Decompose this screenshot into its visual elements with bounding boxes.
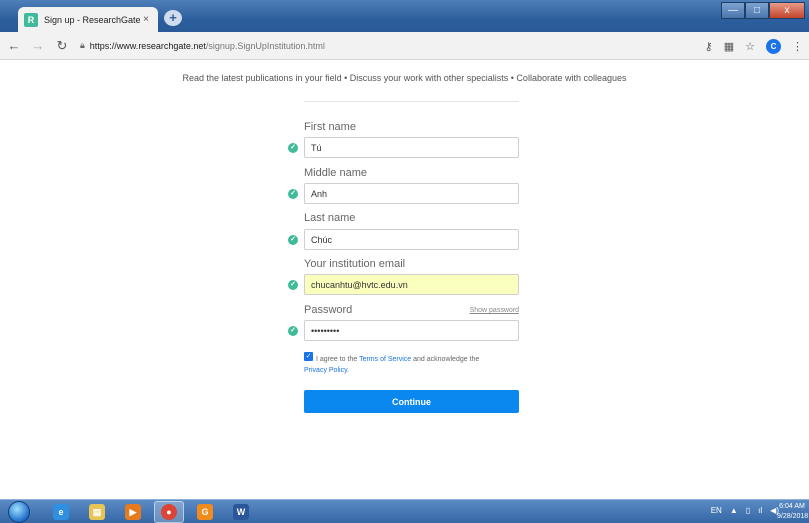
profile-avatar[interactable]: C [766, 39, 781, 54]
minimize-button[interactable]: — [721, 2, 745, 19]
tray-expand-icon[interactable]: ▲ [730, 506, 738, 515]
email-input[interactable]: chucanhtu@hvtc.edu.vn [304, 274, 519, 295]
terms-of-service-link[interactable]: Terms of Service [359, 356, 411, 363]
email-label: Your institution email [304, 258, 406, 270]
lock-icon: 🔒︎ [80, 40, 85, 50]
url-path: /signup.SignUpInstitution.html [205, 40, 325, 51]
toolbar-actions: ⚷ ▦ ☆ C ⋮ [705, 39, 803, 54]
last-name-label: Last name [304, 212, 356, 224]
middle-name-valid-check-icon: ✓ [288, 189, 298, 199]
close-window-button[interactable]: x [769, 2, 805, 19]
taskbar-clock[interactable]: 6:04 AM 9/28/2018 [777, 502, 809, 522]
email-valid-check-icon: ✓ [288, 280, 298, 290]
middle-name-label: Middle name [304, 167, 367, 179]
password-valid-check-icon: ✓ [288, 326, 298, 336]
browser-titlebar: R Sign up - ResearchGate × + — □ x [0, 0, 809, 32]
windows-taskbar: e ▤ ▶ ● G W EN ▲ ▯ ıl ◀) 6:04 AM 9/28/20… [0, 499, 809, 523]
clock-date: 9/28/2018 [777, 513, 809, 520]
uc-browser-icon: G [197, 504, 213, 520]
last-name-input[interactable]: Chúc [304, 229, 519, 250]
media-player-icon: ▶ [125, 504, 141, 520]
taskbar-explorer[interactable]: ▤ [82, 501, 112, 523]
chrome-icon: ● [161, 504, 177, 520]
taskbar-uc-browser[interactable]: G [190, 501, 220, 523]
start-button[interactable] [8, 501, 30, 523]
continue-button[interactable]: Continue [304, 390, 519, 413]
address-bar[interactable]: 🔒︎ https://www.researchgate.net/signup.S… [80, 40, 325, 51]
taskbar-word[interactable]: W [226, 501, 256, 523]
reload-icon[interactable]: ↻ [52, 38, 72, 54]
browser-toolbar: ← → ↻ 🔒︎ https://www.researchgate.net/si… [0, 32, 809, 60]
middle-name-input[interactable]: Anh [304, 183, 519, 204]
taskbar-chrome[interactable]: ● [154, 501, 184, 523]
new-tab-button[interactable]: + [164, 10, 182, 26]
language-indicator[interactable]: EN [711, 506, 722, 515]
translate-icon[interactable]: ▦ [724, 40, 734, 53]
maximize-button[interactable]: □ [745, 2, 769, 19]
taskbar-media-player[interactable]: ▶ [118, 501, 148, 523]
key-icon[interactable]: ⚷ [705, 40, 713, 53]
taskbar-ie[interactable]: e [46, 501, 76, 523]
first-name-input[interactable]: Tú [304, 137, 519, 158]
tab-title: Sign up - ResearchGate [44, 14, 140, 25]
first-name-valid-check-icon: ✓ [288, 143, 298, 153]
password-label: Password [304, 304, 353, 316]
word-icon: W [233, 504, 249, 520]
forward-arrow-icon[interactable]: → [28, 38, 48, 53]
system-tray: EN ▲ ▯ ıl ◀) [711, 506, 779, 515]
tab-signup[interactable]: R Sign up - ResearchGate × [18, 7, 158, 32]
star-icon[interactable]: ☆ [745, 40, 755, 53]
back-arrow-icon[interactable]: ← [4, 38, 24, 53]
agree-text-before: I agree to the [316, 356, 360, 363]
signal-icon[interactable]: ıl [758, 506, 762, 515]
window-controls: — □ x [721, 2, 805, 19]
last-name-valid-check-icon: ✓ [288, 235, 298, 245]
password-input[interactable]: ••••••••• [304, 320, 519, 341]
explorer-icon: ▤ [89, 504, 105, 520]
agree-checkbox[interactable]: ✓ [304, 352, 313, 361]
menu-kebab-icon[interactable]: ⋮ [792, 40, 803, 53]
page-tagline: Read the latest publications in your fie… [182, 73, 627, 83]
url-host: https://www.researchgate.net [89, 40, 206, 51]
researchgate-favicon-icon: R [24, 12, 38, 27]
tab-close-icon[interactable]: × [140, 14, 152, 25]
battery-icon[interactable]: ▯ [746, 506, 750, 515]
ie-icon: e [53, 504, 69, 520]
clock-time: 6:04 AM [779, 503, 805, 510]
privacy-policy-link[interactable]: Privacy Policy. [304, 364, 349, 378]
agree-text-after: and acknowledge the [411, 356, 480, 363]
divider [304, 101, 519, 102]
show-password-link[interactable]: Show password [440, 307, 519, 314]
first-name-label: First name [304, 121, 356, 133]
